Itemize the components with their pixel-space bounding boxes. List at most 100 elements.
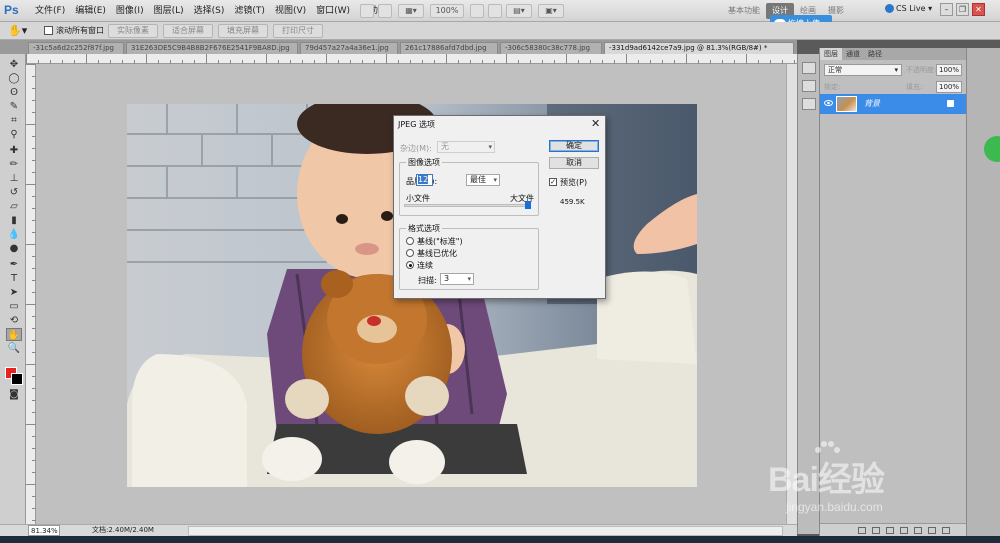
- fill-input[interactable]: 100%: [936, 81, 962, 93]
- hand-tool-preset-icon[interactable]: ✋▾: [8, 24, 27, 37]
- close-icon[interactable]: ✕: [591, 118, 600, 129]
- new-group-icon[interactable]: [914, 527, 922, 534]
- bridge-icon[interactable]: [360, 4, 374, 18]
- zoom-level-select[interactable]: 100%: [430, 4, 464, 18]
- fill-screen-button[interactable]: 填充屏幕: [218, 24, 268, 38]
- image-options-legend: 图像选项: [406, 157, 442, 168]
- cancel-button[interactable]: 取消: [549, 157, 599, 169]
- menu-view[interactable]: 视图(V): [270, 0, 311, 22]
- layer-name[interactable]: 背景: [864, 98, 880, 109]
- tab-layers[interactable]: 图层: [820, 48, 842, 60]
- screen-mode-icon[interactable]: ▣▾: [538, 4, 564, 18]
- trash-icon[interactable]: [942, 527, 950, 534]
- shape-tool-icon[interactable]: ▭: [6, 300, 22, 313]
- gradient-tool-icon[interactable]: ▮: [6, 214, 22, 227]
- menu-image[interactable]: 图像(I): [111, 0, 149, 22]
- doc-tab[interactable]: 261c17886afd7dbd.jpg: [400, 42, 498, 54]
- move-tool-icon[interactable]: ✥: [6, 58, 22, 71]
- 3d-tool-icon[interactable]: ⟲: [6, 314, 22, 327]
- layers-panel-tabs: 图层 通道 路径: [820, 48, 967, 60]
- hand-tool-icon[interactable]: [470, 4, 484, 18]
- quality-preset-select[interactable]: 最佳 ▾: [466, 174, 500, 186]
- minimize-button[interactable]: –: [940, 3, 953, 16]
- menu-file[interactable]: 文件(F): [30, 0, 70, 22]
- hand-tool-icon[interactable]: ✋: [6, 328, 22, 341]
- cs-live-button[interactable]: CS Live ▾: [885, 4, 932, 13]
- actual-pixels-button[interactable]: 实际像素: [108, 24, 158, 38]
- doc-tab-active[interactable]: -331d9ad6142ce7a9.jpg @ 81.3%(RGB/8#) *: [604, 42, 794, 54]
- menu-window[interactable]: 窗口(W): [311, 0, 355, 22]
- clone-stamp-tool-icon[interactable]: ⊥: [6, 172, 22, 185]
- format-optimized-label: 基线已优化: [417, 249, 457, 258]
- tab-paths[interactable]: 路径: [864, 48, 886, 60]
- quick-mask-icon[interactable]: ◙: [6, 388, 22, 401]
- workspace-essentials[interactable]: 基本功能: [722, 3, 766, 19]
- horizontal-scrollbar[interactable]: [188, 526, 783, 536]
- lasso-tool-icon[interactable]: ʘ: [6, 86, 22, 99]
- history-brush-tool-icon[interactable]: ↺: [6, 186, 22, 199]
- menu-filter[interactable]: 滤镜(T): [229, 0, 270, 22]
- menu-select[interactable]: 选择(S): [189, 0, 230, 22]
- menu-edit[interactable]: 编辑(E): [70, 0, 111, 22]
- fit-screen-button[interactable]: 适合屏幕: [163, 24, 213, 38]
- blur-tool-icon[interactable]: 💧: [6, 228, 22, 241]
- arrange-documents-icon[interactable]: ▤▾: [506, 4, 532, 18]
- brush-tool-icon[interactable]: ✏: [6, 158, 22, 171]
- doc-tab-label: -306c58380c38c778.jpg: [505, 44, 591, 52]
- eyedropper-tool-icon[interactable]: ⚲: [6, 128, 22, 141]
- print-size-button[interactable]: 打印尺寸: [273, 24, 323, 38]
- preview-checkbox[interactable]: ✓: [549, 178, 557, 186]
- color-panel-icon[interactable]: [802, 62, 816, 74]
- ok-button[interactable]: 确定: [549, 140, 599, 152]
- eraser-tool-icon[interactable]: ▱: [6, 200, 22, 213]
- zoom-field[interactable]: 81.34%: [28, 525, 60, 536]
- tab-channels[interactable]: 通道: [842, 48, 864, 60]
- doc-tab[interactable]: 79d457a27a4a36e1.jpg: [300, 42, 398, 54]
- healing-brush-tool-icon[interactable]: ✚: [6, 144, 22, 157]
- baidu-watermark: Bai经验 jingyan.baidu.com: [756, 438, 946, 518]
- new-layer-icon[interactable]: [928, 527, 936, 534]
- ruler-tick: [266, 54, 267, 64]
- format-optimized-radio[interactable]: [406, 249, 414, 257]
- document-info[interactable]: 文档:2.40M/2.40M: [92, 525, 154, 536]
- quality-slider-track[interactable]: [404, 204, 530, 207]
- zoom-tool-icon[interactable]: 🔍: [6, 342, 22, 355]
- restore-button[interactable]: ❐: [956, 3, 969, 16]
- view-extras-icon[interactable]: ▦▾: [398, 4, 424, 18]
- dodge-tool-icon[interactable]: ●: [6, 242, 22, 255]
- path-selection-tool-icon[interactable]: ➤: [6, 286, 22, 299]
- opacity-input[interactable]: 100%: [936, 64, 962, 76]
- matte-select[interactable]: 无 ▾: [437, 141, 495, 153]
- format-baseline-radio[interactable]: [406, 237, 414, 245]
- layer-mask-icon[interactable]: [886, 527, 894, 534]
- quick-select-tool-icon[interactable]: ✎: [6, 100, 22, 113]
- background-color-swatch[interactable]: [11, 373, 23, 385]
- layer-style-icon[interactable]: [872, 527, 880, 534]
- quality-slider-thumb[interactable]: [525, 201, 531, 209]
- scans-select[interactable]: 3 ▾: [440, 273, 474, 285]
- type-tool-icon[interactable]: T: [6, 272, 22, 285]
- doc-tab[interactable]: -306c58380c38c778.jpg: [500, 42, 602, 54]
- adjustment-layer-icon[interactable]: [900, 527, 908, 534]
- close-button[interactable]: ✕: [972, 3, 985, 16]
- rotate-view-icon[interactable]: [488, 4, 502, 18]
- marquee-tool-icon[interactable]: ◯: [6, 72, 22, 85]
- menu-layer[interactable]: 图层(L): [149, 0, 189, 22]
- format-progressive-radio[interactable]: [406, 261, 414, 269]
- photoshop-logo: Ps: [4, 3, 19, 17]
- doc-tab[interactable]: -31c5a6d2c252f87f.jpg: [28, 42, 124, 54]
- layers-panel-footer: [820, 523, 967, 536]
- quality-input[interactable]: 12: [416, 174, 433, 186]
- doc-tab[interactable]: 31E263DE5C9B4B8B2F676E2541F9BA8D.jpg: [126, 42, 298, 54]
- adjustments-panel-icon[interactable]: [802, 98, 816, 110]
- eye-icon[interactable]: [824, 99, 833, 107]
- scroll-all-windows-checkbox[interactable]: [44, 26, 53, 35]
- swatches-panel-icon[interactable]: [802, 80, 816, 92]
- link-layers-icon[interactable]: [858, 527, 866, 534]
- pen-tool-icon[interactable]: ✒: [6, 258, 22, 271]
- blend-mode-select[interactable]: 正常 ▾: [824, 64, 902, 76]
- fill-label: 填充:: [906, 83, 923, 91]
- minibridge-icon[interactable]: [378, 4, 392, 18]
- layer-row-background[interactable]: 背景: [820, 94, 967, 114]
- crop-tool-icon[interactable]: ⌗: [6, 114, 22, 127]
